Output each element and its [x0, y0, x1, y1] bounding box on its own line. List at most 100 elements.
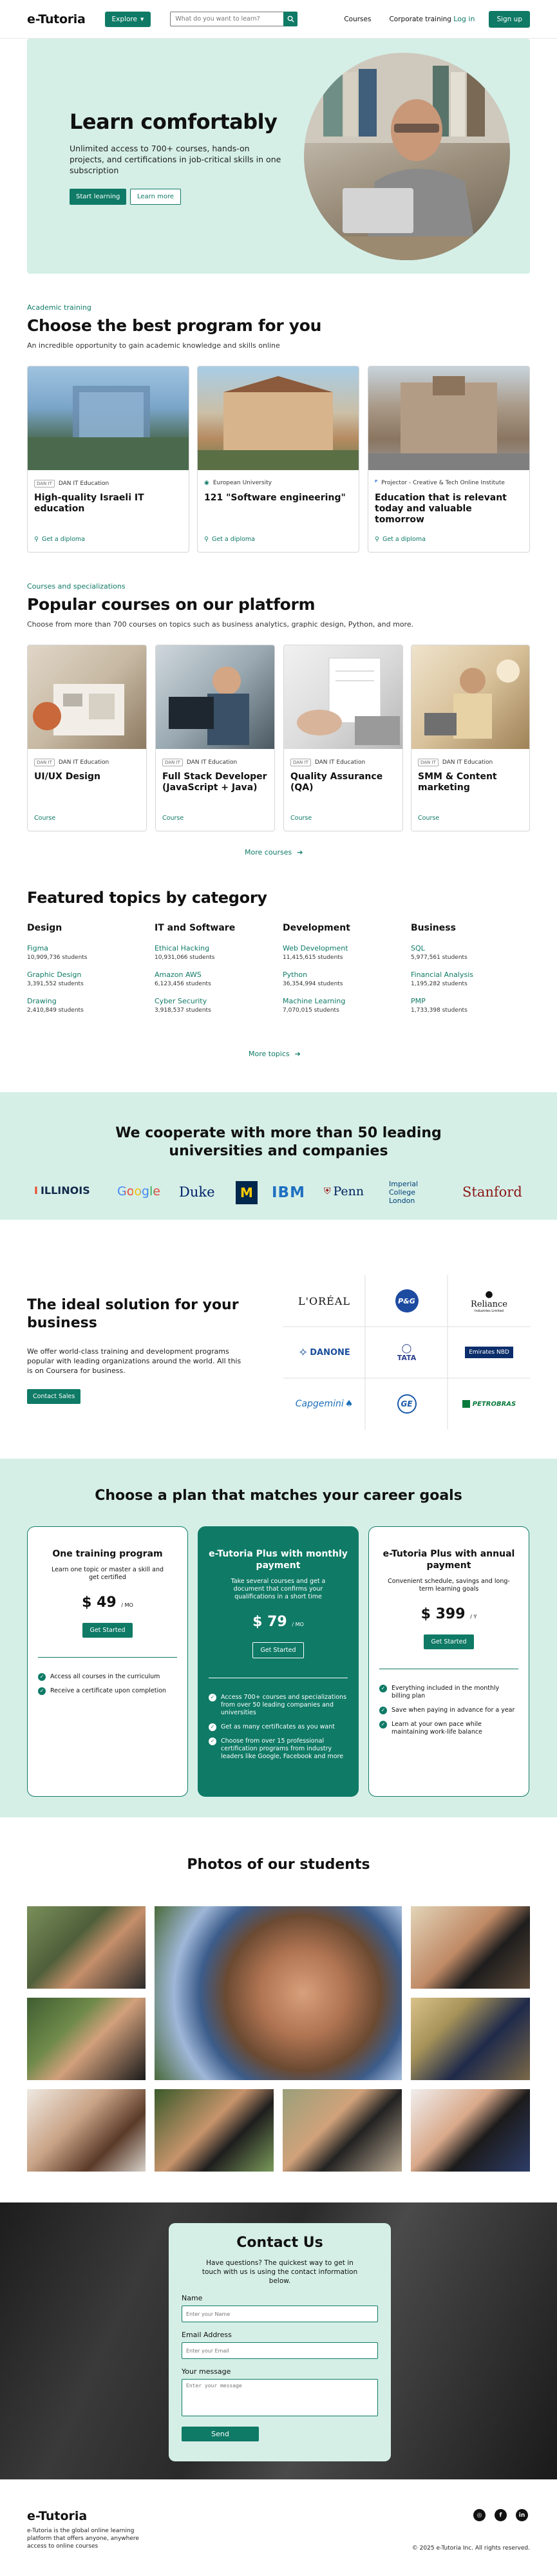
get-started-button[interactable]: Get Started — [424, 1634, 474, 1649]
main-nav: Courses Corporate training — [344, 15, 451, 23]
footer-description: e-Tutoria is the global online learning … — [27, 2528, 139, 2550]
feature-item: ✓ Receive a certificate upon completion — [38, 1687, 177, 1695]
feature-item: ✓ Choose from over 15 professional certif… — [209, 1738, 348, 1761]
send-button[interactable]: Send — [182, 2427, 259, 2441]
feature-item: ✓ Access all courses in the curriculum — [38, 1673, 177, 1681]
topic-item[interactable]: Web Development 11,415,615 students — [283, 944, 399, 961]
program-card[interactable]: DAN IT DAN IT Education High-quality Isra… — [27, 366, 189, 553]
topic-heading: Business — [411, 923, 456, 933]
get-diploma-link[interactable]: ⚲ Get a diploma — [375, 536, 426, 543]
search-bar — [170, 12, 298, 26]
topic-name: Financial Analysis — [411, 971, 473, 979]
topic-item[interactable]: Amazon AWS 6,123,456 students — [155, 971, 270, 987]
topic-column-business: Business SQL 5,977,561 students Financial… — [411, 923, 527, 1023]
topic-students: 2,410,849 students — [27, 1007, 84, 1014]
topic-column-development: Development Web Development 11,415,615 st… — [283, 923, 399, 1023]
course-tag: Course — [418, 815, 440, 822]
popular-title: Popular courses on our platform — [27, 595, 316, 614]
partners-title-line2: universities and companies — [169, 1143, 388, 1159]
topic-item[interactable]: Machine Learning 7,070,015 students — [283, 997, 399, 1014]
plan-features: ✓ Everything included in the monthly bill… — [379, 1685, 518, 1736]
topic-item[interactable]: Cyber Security 3,918,537 students — [155, 997, 270, 1014]
emirates-nbd-logo: Emirates NBD — [448, 1327, 530, 1378]
program-card[interactable]: ᴾ Projector - Creative & Tech Online Inst… — [368, 366, 530, 553]
topic-students: 11,415,615 students — [283, 954, 343, 961]
feature-item: ✓ Learn at your own pace while maintainin… — [379, 1721, 518, 1736]
more-topics-label: More topics — [249, 1050, 290, 1058]
get-diploma-label: Get a diploma — [382, 536, 426, 543]
danone-logo: ✧ DANONE — [298, 1345, 350, 1359]
topic-item[interactable]: Financial Analysis 1,195,282 students — [411, 971, 527, 987]
topic-name: Python — [283, 971, 308, 979]
course-card[interactable]: DAN IT DAN IT Education Full Stack Develo… — [155, 645, 275, 831]
course-title: UI/UX Design — [34, 772, 100, 782]
get-started-button[interactable]: Get Started — [252, 1642, 304, 1658]
topic-item[interactable]: Ethical Hacking 10,931,066 students — [155, 944, 270, 961]
more-courses-link[interactable]: More courses ➔ — [245, 848, 303, 857]
message-field[interactable] — [182, 2379, 378, 2416]
student-photo — [27, 1998, 146, 2080]
login-link[interactable]: Log in — [453, 15, 475, 23]
diploma-icon: ⚲ — [34, 536, 39, 543]
org-name: Projector - Creative & Tech Online Insti… — [381, 480, 505, 486]
academic-title: Choose the best program for you — [27, 316, 322, 335]
course-card[interactable]: DAN IT DAN IT Education UI/UX Design Cour… — [27, 645, 147, 831]
plan-features: ✓ Access 700+ courses and specializations… — [209, 1694, 348, 1761]
topic-item[interactable]: Figma 10,909,736 students — [27, 944, 143, 961]
topic-name: Graphic Design — [27, 971, 82, 979]
learn-more-button[interactable]: Learn more — [130, 189, 182, 205]
logo[interactable]: e-Tutoria — [27, 12, 86, 26]
topic-item[interactable]: Graphic Design 3,391,552 students — [27, 971, 143, 987]
topic-item[interactable]: Drawing 2,410,849 students — [27, 997, 143, 1014]
org-name: DAN IT Education — [186, 759, 238, 766]
more-topics-link[interactable]: More topics ➔ — [249, 1050, 301, 1058]
linkedin-icon[interactable]: in — [516, 2509, 528, 2521]
get-diploma-link[interactable]: ⚲ Get a diploma — [204, 536, 255, 543]
nav-corporate-training[interactable]: Corporate training — [389, 15, 451, 23]
instagram-icon[interactable]: ◎ — [473, 2509, 486, 2521]
facebook-icon[interactable]: f — [495, 2509, 507, 2521]
search-input[interactable] — [170, 12, 284, 26]
name-field[interactable] — [182, 2306, 378, 2322]
partners-section: We cooperate with more than 50 leading u… — [0, 1092, 557, 1220]
nav-courses[interactable]: Courses — [344, 15, 371, 23]
course-image — [156, 645, 274, 749]
copyright: © 2025 e-Tutoria Inc. All rights reserve… — [411, 2545, 530, 2552]
search-icon — [287, 15, 294, 23]
hero-description: Unlimited access to 700+ courses, hands-… — [70, 144, 281, 175]
student-photo — [27, 1906, 146, 1989]
search-button[interactable] — [283, 12, 298, 26]
popular-subtitle: Choose from more than 700 courses on top… — [27, 620, 414, 629]
program-title: Education that is relevant today and val… — [375, 493, 507, 525]
student-photo — [283, 2089, 402, 2172]
program-card[interactable]: ◉ European University 121 "Software engin… — [197, 366, 359, 553]
site-header: e-Tutoria Explore ▼ Courses Corporate tr… — [0, 0, 557, 39]
check-icon: ✓ — [209, 1694, 216, 1701]
plan-name: e-Tutoria Plus with annual payment — [382, 1549, 515, 1571]
diploma-icon: ⚲ — [204, 536, 209, 543]
check-icon: ✓ — [38, 1673, 46, 1681]
get-diploma-link[interactable]: ⚲ Get a diploma — [34, 536, 85, 543]
student-photo — [411, 1906, 530, 1989]
hero-image — [304, 53, 510, 260]
footer-logo[interactable]: e-Tutoria — [27, 2509, 87, 2523]
topic-item[interactable]: Python 36,354,994 students — [283, 971, 399, 987]
topic-students: 7,070,015 students — [283, 1007, 339, 1014]
signup-button[interactable]: Sign up — [489, 10, 530, 28]
course-card[interactable]: DAN IT DAN IT Education SMM & Content mar… — [411, 645, 530, 831]
contact-sales-button[interactable]: Contact Sales — [27, 1389, 81, 1404]
topic-item[interactable]: PMP 1,733,398 students — [411, 997, 527, 1014]
explore-button[interactable]: Explore ▼ — [104, 11, 151, 27]
student-photo — [27, 2089, 146, 2172]
google-logo: Google — [117, 1184, 161, 1198]
email-field[interactable] — [182, 2342, 378, 2359]
ibm-logo: IBM — [272, 1184, 305, 1201]
start-learning-button[interactable]: Start learning — [70, 189, 127, 205]
topic-item[interactable]: SQL 5,977,561 students — [411, 944, 527, 961]
topic-students: 5,977,561 students — [411, 954, 467, 961]
course-card[interactable]: DAN IT DAN IT Education Quality Assurance… — [283, 645, 403, 831]
get-started-button[interactable]: Get Started — [82, 1623, 133, 1638]
check-icon: ✓ — [379, 1685, 387, 1692]
check-icon: ✓ — [379, 1721, 387, 1728]
contact-title: Contact Us — [236, 2235, 323, 2251]
